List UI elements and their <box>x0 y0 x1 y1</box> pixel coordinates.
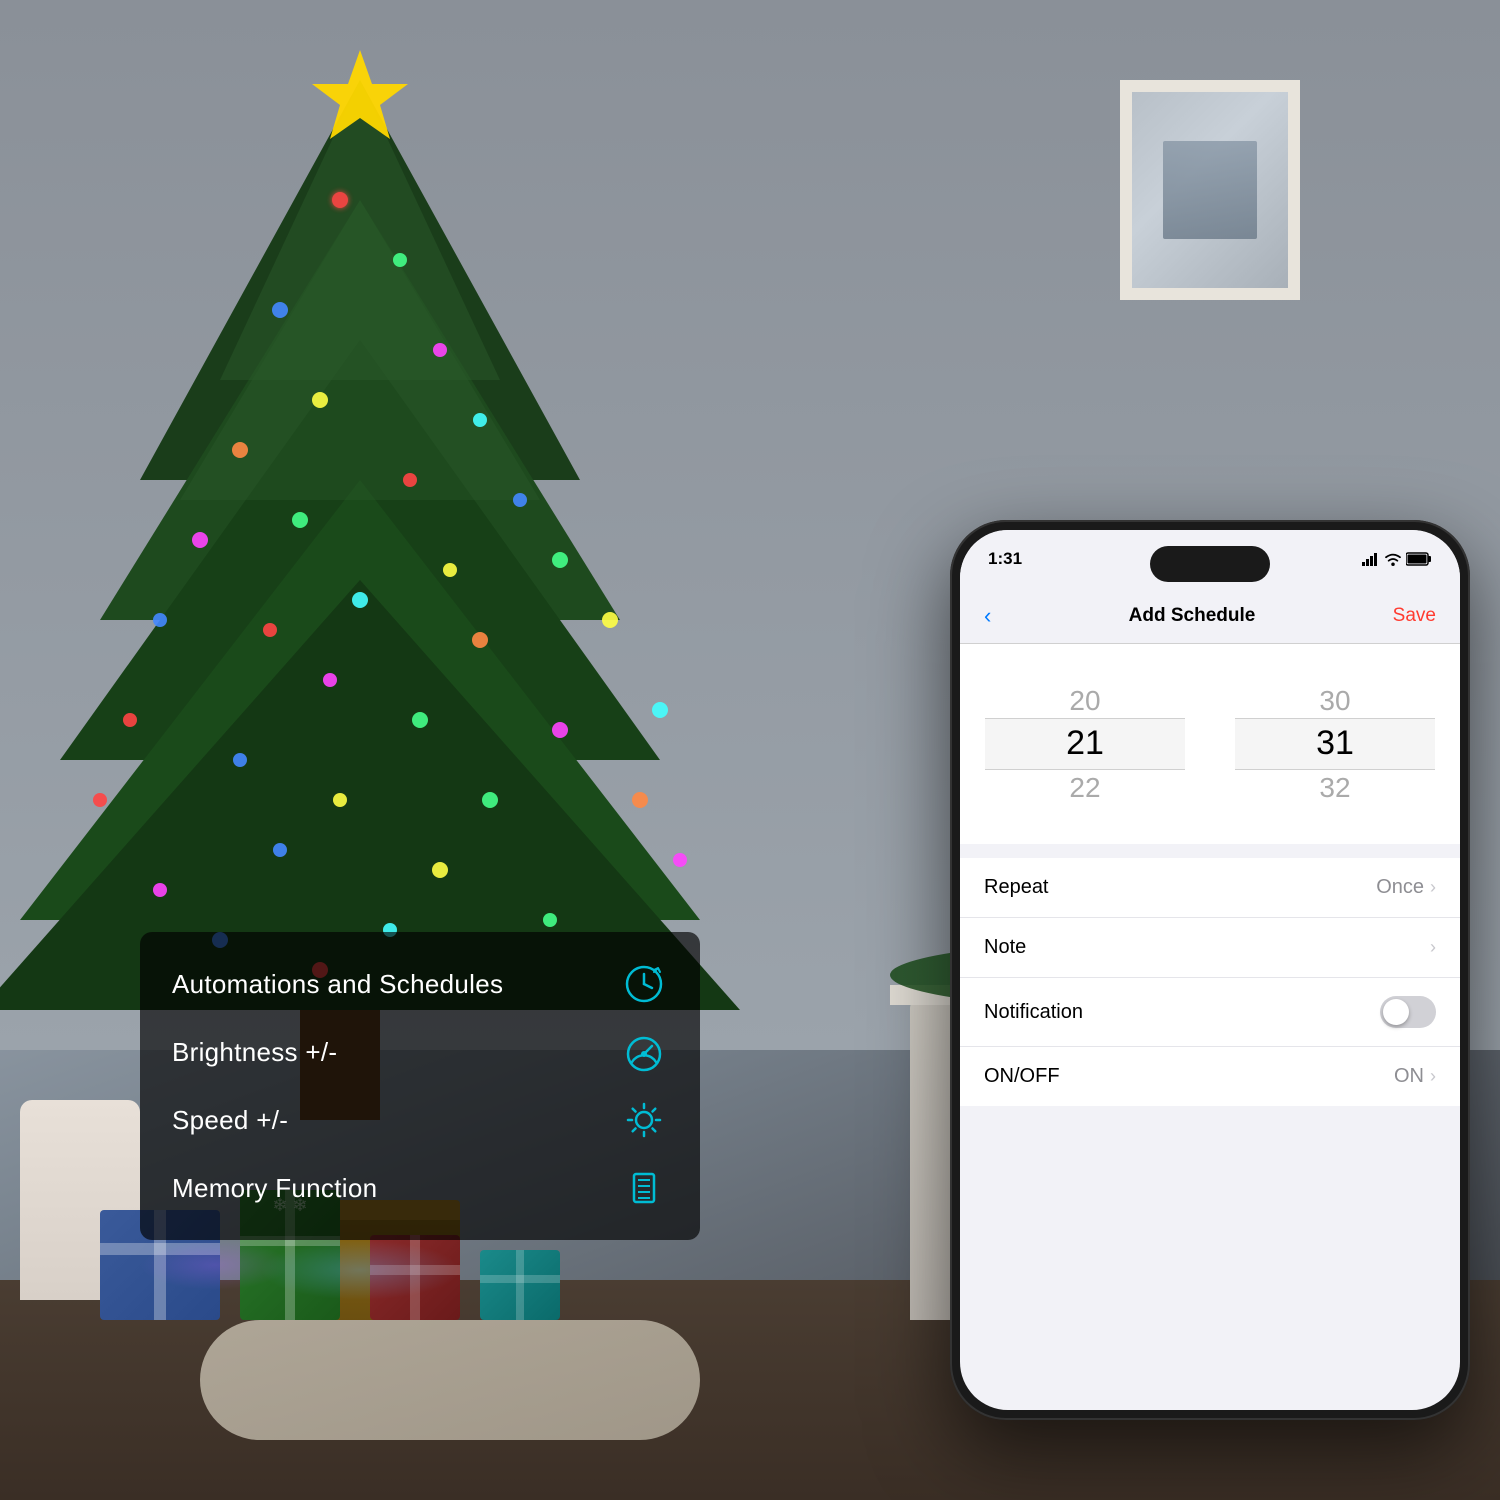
status-time: 1:31 <box>988 549 1022 569</box>
phone-screen: 1:31 <box>960 530 1460 1410</box>
wifi-icon <box>1384 552 1402 566</box>
hour-picker-column[interactable]: 20 21 22 <box>960 644 1210 844</box>
note-label: Note <box>984 936 1026 959</box>
nav-title: Add Schedule <box>1129 605 1256 627</box>
picture-frame <box>1120 80 1300 300</box>
signal-icon <box>1362 552 1380 566</box>
repeat-value: Once <box>1376 876 1424 899</box>
feature-speed: Speed +/- <box>172 1096 668 1144</box>
repeat-chevron: › <box>1430 877 1436 898</box>
settings-section: Repeat Once › Note › Notification <box>960 850 1460 1106</box>
feature-brightness-label: Brightness +/- <box>172 1037 337 1068</box>
memory-icon <box>620 1164 668 1212</box>
feature-memory: Memory Function <box>172 1164 668 1212</box>
feature-automations: Automations and Schedules <box>172 960 668 1008</box>
hour-value-mid: 21 <box>960 720 1210 768</box>
dynamic-island <box>1150 546 1270 582</box>
battery-icon <box>1406 552 1432 566</box>
feature-memory-label: Memory Function <box>172 1173 377 1204</box>
note-chevron: › <box>1430 937 1436 958</box>
feature-speed-label: Speed +/- <box>172 1105 288 1136</box>
feature-brightness: Brightness +/- <box>172 1028 668 1076</box>
sun-icon <box>620 1096 668 1144</box>
phone-body: 1:31 <box>950 520 1470 1420</box>
onoff-row[interactable]: ON/OFF ON › <box>960 1047 1460 1106</box>
minute-value-bot: 32 <box>1210 768 1460 807</box>
notification-row[interactable]: Notification <box>960 978 1460 1047</box>
speedometer-icon <box>620 1028 668 1076</box>
rug <box>200 1320 700 1440</box>
minute-value-mid: 31 <box>1210 720 1460 768</box>
onoff-label: ON/OFF <box>984 1065 1060 1088</box>
hour-value-bot: 22 <box>960 768 1210 807</box>
onoff-chevron: › <box>1430 1066 1436 1087</box>
save-button[interactable]: Save <box>1393 605 1436 627</box>
back-button[interactable]: ‹ <box>984 603 991 629</box>
features-overlay: Automations and Schedules Brightness +/-… <box>140 932 700 1240</box>
onoff-value-area: ON › <box>1394 1065 1436 1088</box>
minute-value-top: 30 <box>1210 681 1460 720</box>
feature-automations-label: Automations and Schedules <box>172 969 503 1000</box>
repeat-row[interactable]: Repeat Once › <box>960 858 1460 918</box>
repeat-value-area: Once › <box>1376 876 1436 899</box>
onoff-value: ON <box>1394 1065 1424 1088</box>
note-row[interactable]: Note › <box>960 918 1460 978</box>
status-icons-area <box>1362 552 1432 566</box>
notification-toggle[interactable] <box>1380 996 1436 1028</box>
time-picker[interactable]: 20 21 22 30 31 32 <box>960 644 1460 844</box>
repeat-label: Repeat <box>984 876 1049 899</box>
clock-icon <box>620 960 668 1008</box>
note-value-area: › <box>1430 937 1436 958</box>
toggle-knob <box>1383 999 1409 1025</box>
notification-label: Notification <box>984 1001 1083 1024</box>
minute-picker-column[interactable]: 30 31 32 <box>1210 644 1460 844</box>
phone-mockup: 1:31 <box>950 520 1470 1420</box>
hour-value-top: 20 <box>960 681 1210 720</box>
nav-bar: ‹ Add Schedule Save <box>960 588 1460 644</box>
